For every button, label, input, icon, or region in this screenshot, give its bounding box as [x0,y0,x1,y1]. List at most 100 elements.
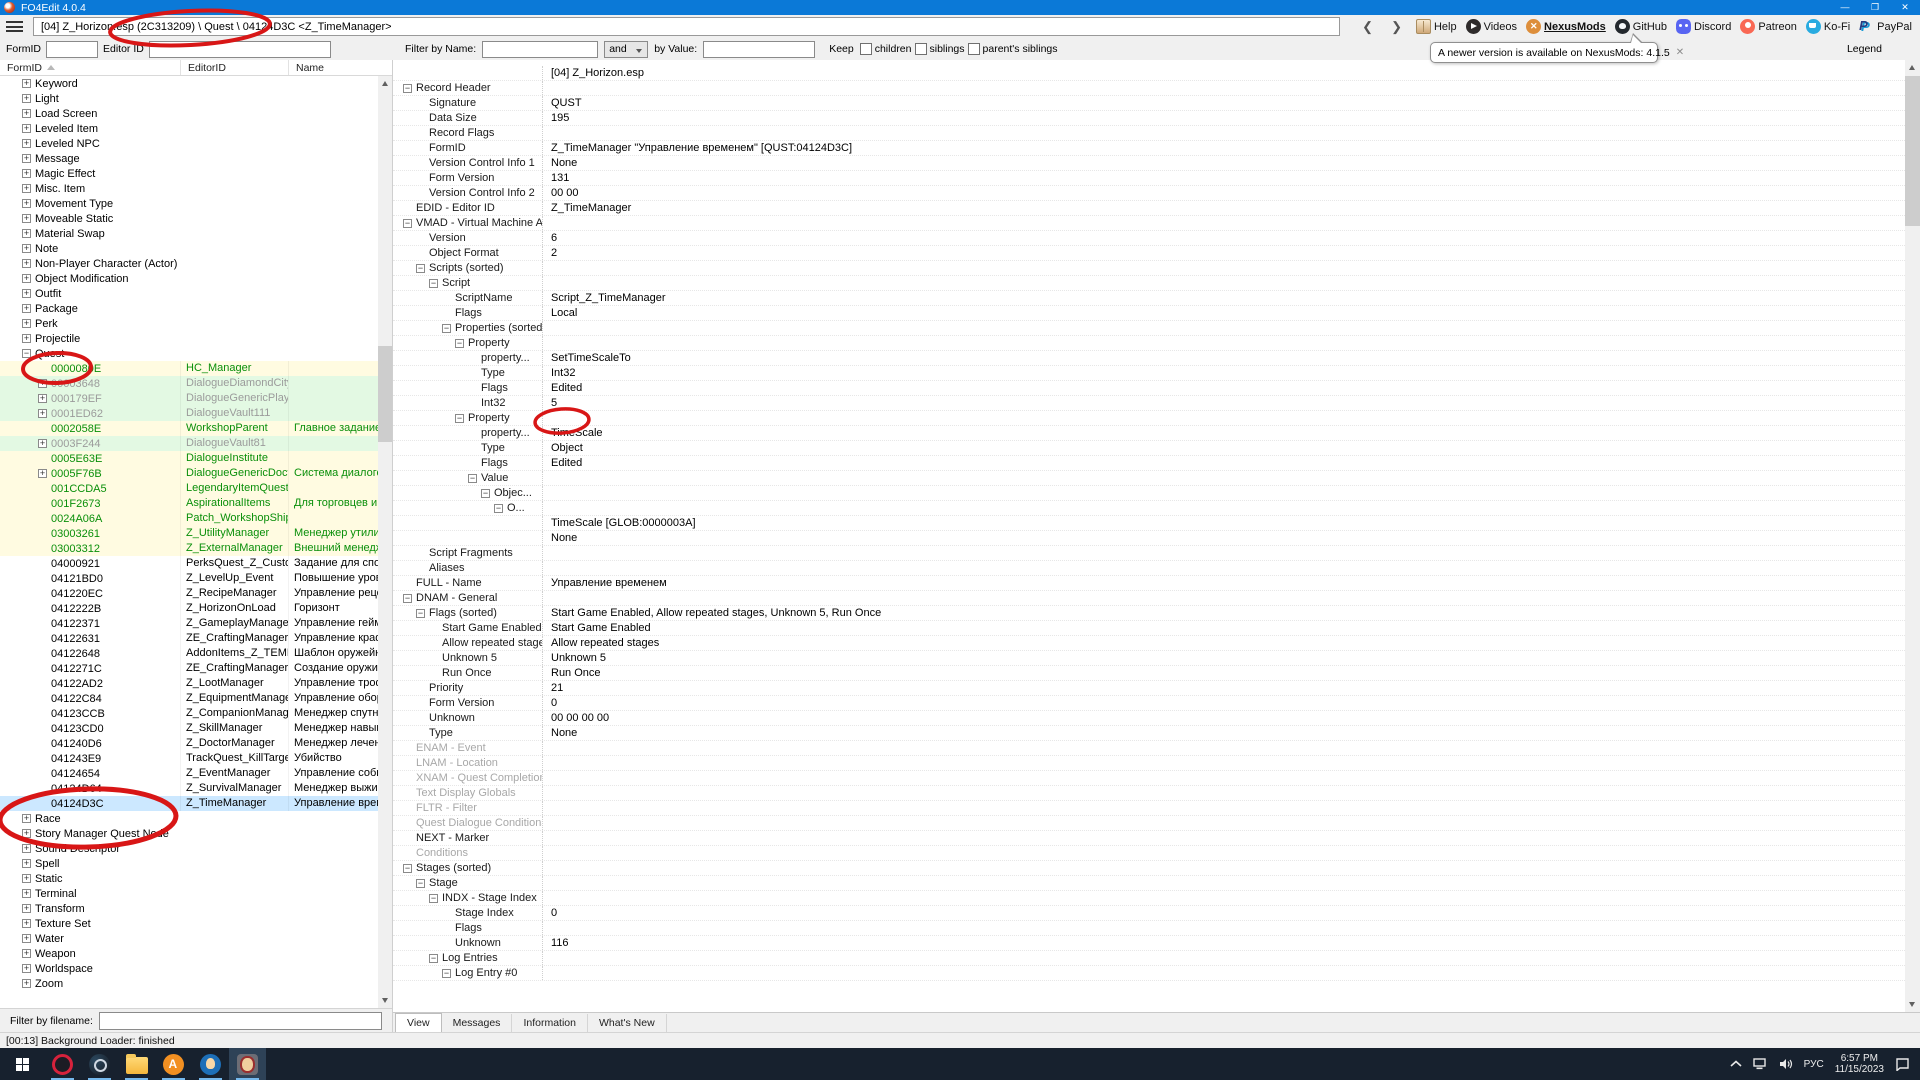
expand-icon[interactable]: + [22,934,31,943]
taskbar-app-opera-gx[interactable] [44,1048,81,1080]
tree-category-row[interactable]: +Message [0,151,378,166]
quest-record-row[interactable]: 04123CD0Z_SkillManagerМенеджер навык... [0,721,378,736]
quest-record-row[interactable]: 03003312Z_ExternalManagerВнешний менедж.… [0,541,378,556]
volume-icon[interactable] [1779,1058,1793,1070]
tree-category-row[interactable]: +Perk [0,316,378,331]
detail-row[interactable]: −Value [393,471,1905,486]
detail-row[interactable]: SignatureQUST [393,96,1905,111]
taskbar-app-file-explorer[interactable] [118,1048,155,1080]
detail-row[interactable]: −Stages (sorted) [393,861,1905,876]
detail-row[interactable]: TypeObject [393,441,1905,456]
quest-record-row[interactable]: 0005E63EDialogueInstitute [0,451,378,466]
detail-value-cell[interactable]: SetTimeScaleTo [543,352,1905,364]
detail-row[interactable]: Script Fragments [393,546,1905,561]
quest-record-row[interactable]: 001F2673AspirationalItemsДля торговцев и… [0,496,378,511]
detail-row[interactable]: TypeNone [393,726,1905,741]
detail-value-cell[interactable]: TimeScale [543,427,1905,439]
detail-row[interactable]: Conditions [393,846,1905,861]
notification-close-icon[interactable]: ✕ [1670,47,1684,58]
detail-row[interactable]: −O... [393,501,1905,516]
close-button[interactable]: ✕ [1890,0,1920,15]
detail-value-cell[interactable]: None [543,532,1905,544]
detail-row[interactable]: −Script [393,276,1905,291]
collapse-icon[interactable]: − [416,264,425,273]
collapse-icon[interactable]: − [403,594,412,603]
detail-row[interactable]: Text Display Globals [393,786,1905,801]
expand-icon[interactable]: + [22,979,31,988]
quest-record-row[interactable]: 04122AD2Z_LootManagerУправление троф... [0,676,378,691]
filter-value-input[interactable] [703,41,815,58]
detail-row[interactable]: ENAM - Event [393,741,1905,756]
clock[interactable]: 6:57 PM 11/15/2023 [1835,1053,1884,1075]
collapse-icon[interactable]: − [442,324,451,333]
quest-record-row[interactable]: 041243E9TrackQuest_KillTargetУбийство [0,751,378,766]
tree-category-row[interactable]: +Story Manager Quest Node [0,826,378,841]
detail-value-cell[interactable]: TimeScale [GLOB:0000003A] [543,517,1905,529]
detail-row[interactable]: Version6 [393,231,1905,246]
tab-messages[interactable]: Messages [442,1014,513,1032]
checkbox-children[interactable] [860,43,872,55]
detail-row[interactable]: −Record Header [393,81,1905,96]
column-header-formid[interactable]: FormID [0,60,181,75]
tree-category-row[interactable]: +Zoom [0,976,378,991]
quest-record-row[interactable]: 04122631ZE_CraftingManagerУправление кра… [0,631,378,646]
discord-link[interactable]: Discord [1676,19,1731,34]
collapse-icon[interactable]: − [416,879,425,888]
expand-icon[interactable]: + [22,829,31,838]
tree-category-row[interactable]: +Leveled Item [0,121,378,136]
detail-value-cell[interactable]: None [543,727,1905,739]
detail-value-cell[interactable]: 0 [543,907,1905,919]
expand-icon[interactable]: + [38,379,47,388]
detail-value-cell[interactable]: 6 [543,232,1905,244]
expand-icon[interactable]: + [22,214,31,223]
detail-value-cell[interactable]: 2 [543,247,1905,259]
github-link[interactable]: GitHub [1615,19,1667,34]
detail-value-cell[interactable]: Start Game Enabled [543,622,1905,634]
quest-record-row[interactable]: 03003261Z_UtilityManagerМенеджер утилит [0,526,378,541]
tree-category-row[interactable]: +Keyword [0,76,378,91]
expand-icon[interactable]: + [38,409,47,418]
column-header-editorid[interactable]: EditorID [181,60,289,75]
filename-filter-input[interactable] [99,1012,382,1030]
detail-value-cell[interactable]: Edited [543,457,1905,469]
taskbar-app-steam[interactable] [81,1048,118,1080]
videos-link[interactable]: Videos [1466,19,1517,34]
tree-category-row[interactable]: +Race [0,811,378,826]
quest-record-row[interactable]: +00003648DialogueDiamondCity [0,376,378,391]
collapse-icon[interactable]: − [481,489,490,498]
detail-row[interactable]: FlagsEdited [393,456,1905,471]
detail-row[interactable]: Quest Dialogue Conditions [393,816,1905,831]
detail-row[interactable]: FormIDZ_TimeManager "Управление временем… [393,141,1905,156]
expand-icon[interactable]: + [22,139,31,148]
detail-row[interactable]: ScriptNameScript_Z_TimeManager [393,291,1905,306]
tree-category-row[interactable]: +Material Swap [0,226,378,241]
detail-row[interactable]: Stage Index0 [393,906,1905,921]
detail-value-cell[interactable]: Управление временем [543,577,1905,589]
detail-row[interactable]: FLTR - Filter [393,801,1905,816]
tree-scrollbar[interactable] [378,76,392,1008]
expand-icon[interactable]: + [22,814,31,823]
tree-category-row[interactable]: +Weapon [0,946,378,961]
quest-record-row[interactable]: +0001ED62DialogueVault111 [0,406,378,421]
expand-icon[interactable]: + [22,919,31,928]
detail-row[interactable]: −Objec... [393,486,1905,501]
detail-value-cell[interactable]: None [543,157,1905,169]
detail-value-cell[interactable]: 00 00 00 00 [543,712,1905,724]
collapse-icon[interactable]: − [403,864,412,873]
forward-button[interactable]: ❯ [1391,17,1402,36]
detail-scrollbar[interactable] [1905,60,1920,1012]
tree-category-row[interactable]: +Non-Player Character (Actor) [0,256,378,271]
tree-category-row[interactable]: +Misc. Item [0,181,378,196]
detail-value-cell[interactable]: QUST [543,97,1905,109]
detail-row[interactable]: Int325 [393,396,1905,411]
quest-record-row[interactable]: 0002058EWorkshopParentГлавное задание ..… [0,421,378,436]
detail-row[interactable]: −Scripts (sorted) [393,261,1905,276]
expand-icon[interactable]: + [22,334,31,343]
quest-record-row[interactable]: 04122C84Z_EquipmentManagerУправление обо… [0,691,378,706]
expand-icon[interactable]: + [22,169,31,178]
quest-record-row[interactable]: 04124D64Z_SurvivalManagerМенеджер выжив.… [0,781,378,796]
kofi-link[interactable]: Ko-Fi [1806,19,1850,34]
tree-category-row[interactable]: +Static [0,871,378,886]
tree-category-row[interactable]: +Terminal [0,886,378,901]
tab-what-s-new[interactable]: What's New [588,1014,667,1032]
